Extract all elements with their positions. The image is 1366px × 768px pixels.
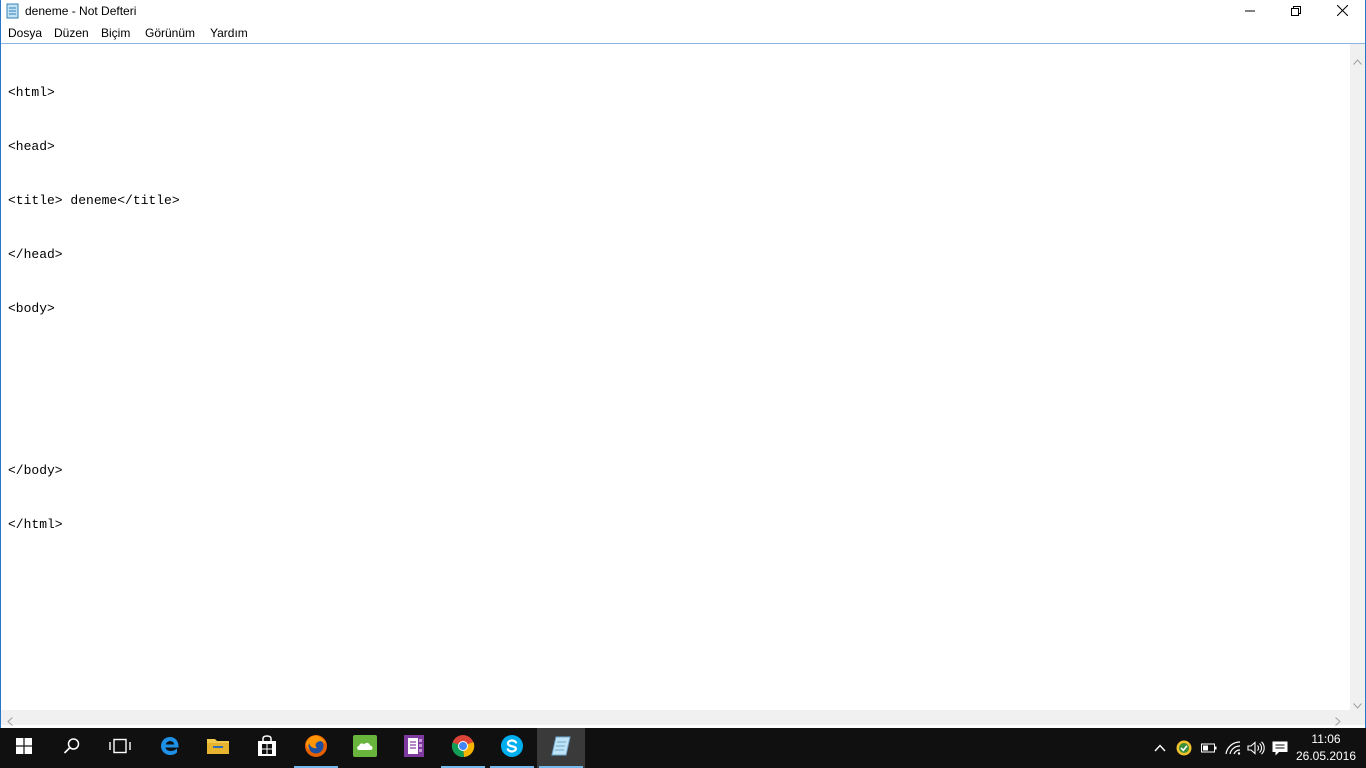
- task-view-button[interactable]: [96, 728, 144, 768]
- scroll-up-arrow-icon[interactable]: [1353, 52, 1362, 70]
- title-bar[interactable]: deneme - Not Defteri: [1, 0, 1365, 23]
- taskbar-firefox[interactable]: [292, 728, 340, 768]
- text-editor[interactable]: <html> <head> <title> deneme</title> </h…: [1, 43, 1365, 711]
- skype-icon: [500, 734, 524, 763]
- editor-line: </head>: [8, 247, 63, 262]
- volume-icon[interactable]: [1246, 738, 1266, 758]
- vertical-scrollbar[interactable]: [1350, 44, 1365, 711]
- editor-content[interactable]: <html> <head> <title> deneme</title> </h…: [8, 48, 1338, 708]
- taskbar-notepad[interactable]: [537, 728, 585, 768]
- menu-duzen[interactable]: Düzen: [54, 26, 89, 40]
- taskbar-skype[interactable]: [488, 728, 536, 768]
- menu-bar: Dosya Düzen Biçim Görünüm Yardım: [1, 23, 1365, 43]
- search-button[interactable]: [48, 728, 96, 768]
- menu-gorunum[interactable]: Görünüm: [145, 26, 195, 40]
- firefox-icon: [304, 734, 328, 763]
- editor-line: </html>: [8, 517, 63, 532]
- clock-time: 11:06: [1311, 732, 1341, 746]
- battery-icon[interactable]: [1199, 738, 1219, 758]
- shield-icon[interactable]: [1174, 738, 1194, 758]
- folder-icon: [206, 736, 230, 761]
- search-icon: [63, 737, 81, 760]
- taskbar-cloud-app[interactable]: [341, 728, 389, 768]
- restore-button[interactable]: [1273, 0, 1319, 23]
- minimize-button[interactable]: [1227, 0, 1273, 23]
- close-icon: [1336, 3, 1348, 21]
- editor-line: <body>: [8, 301, 55, 316]
- cloud-icon: [353, 734, 377, 762]
- onenote-icon: [403, 734, 425, 763]
- menu-dosya[interactable]: Dosya: [8, 26, 42, 40]
- taskbar-clock[interactable]: 11:06 26.05.2016: [1290, 731, 1362, 765]
- chevron-up-icon[interactable]: [1150, 738, 1170, 758]
- edge-icon: [159, 735, 181, 762]
- taskbar-chrome[interactable]: [439, 728, 487, 768]
- wifi-icon[interactable]: [1223, 738, 1243, 758]
- taskbar-store[interactable]: [243, 728, 291, 768]
- scrollbar-corner: [1350, 710, 1365, 725]
- taskbar: 11:06 26.05.2016: [0, 728, 1366, 768]
- window-title: deneme - Not Defteri: [25, 4, 137, 18]
- restore-icon: [1291, 3, 1301, 21]
- start-button[interactable]: [0, 728, 48, 768]
- task-view-icon: [109, 738, 131, 759]
- menu-bicim[interactable]: Biçim: [101, 26, 130, 40]
- taskbar-file-explorer[interactable]: [194, 728, 242, 768]
- taskbar-onenote[interactable]: [390, 728, 438, 768]
- notifications-icon[interactable]: [1270, 738, 1290, 758]
- close-button[interactable]: [1319, 0, 1365, 23]
- notepad-icon: [5, 3, 21, 19]
- editor-line: </body>: [8, 463, 63, 478]
- editor-line: <title> deneme</title>: [8, 193, 180, 208]
- editor-line: <html>: [8, 85, 55, 100]
- store-icon: [256, 734, 278, 762]
- clock-date: 26.05.2016: [1295, 749, 1357, 763]
- notepad-window: deneme - Not Defteri Dosya Düzen Biçim G…: [0, 0, 1366, 728]
- horizontal-scrollbar[interactable]: [1, 710, 1350, 726]
- chrome-icon: [451, 734, 475, 763]
- menu-yardim[interactable]: Yardım: [210, 26, 248, 40]
- minimize-icon: [1245, 3, 1255, 21]
- editor-line: <head>: [8, 139, 55, 154]
- notepad-icon: [550, 735, 572, 762]
- taskbar-edge[interactable]: [146, 728, 194, 768]
- windows-logo-icon: [16, 737, 32, 759]
